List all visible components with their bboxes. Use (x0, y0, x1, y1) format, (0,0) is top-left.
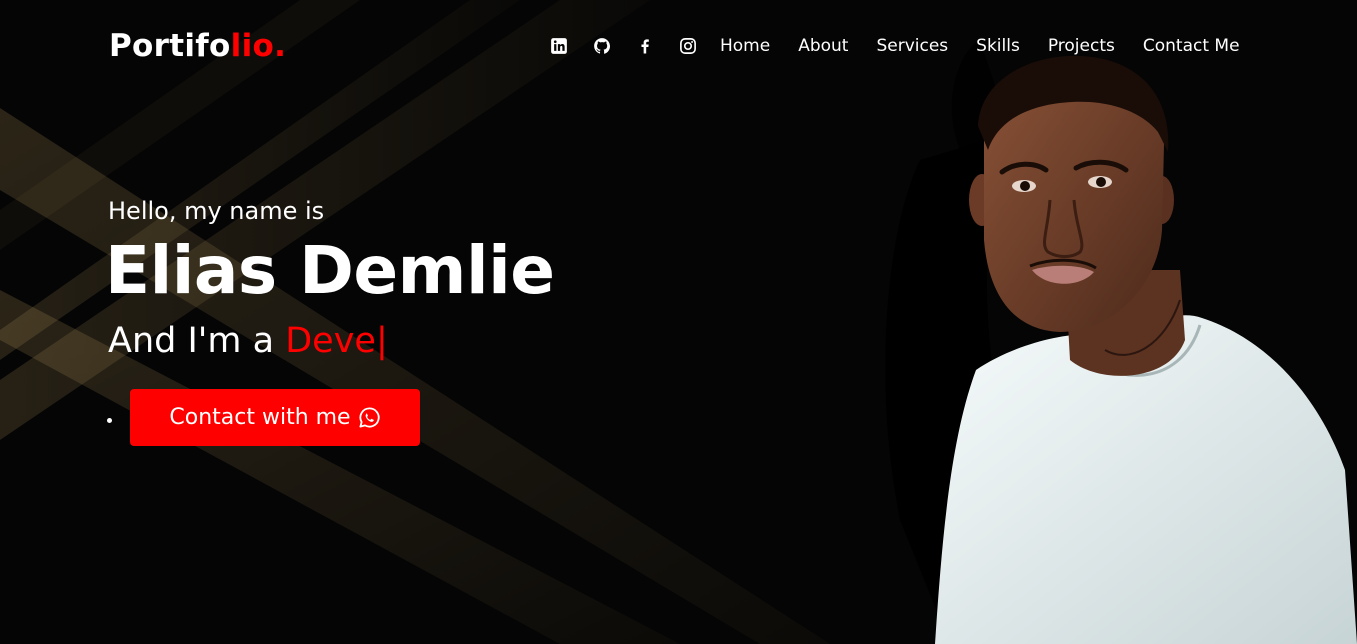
nav-contact-me[interactable]: Contact Me (1143, 28, 1240, 64)
social-links (546, 33, 718, 59)
nav-home[interactable]: Home (720, 28, 770, 64)
main-menu: Home About Services Skills Projects Cont… (720, 28, 1240, 64)
linkedin-link[interactable] (546, 33, 572, 59)
hero-greeting: Hello, my name is (108, 197, 325, 225)
facebook-icon (641, 39, 649, 54)
nav-skills[interactable]: Skills (976, 28, 1020, 64)
hero-section: Hello, my name is Elias Demlie And I'm a… (0, 0, 1357, 644)
role-prefix: And I'm a (108, 321, 286, 361)
contact-button-label: Contact with me (169, 405, 351, 430)
nav-about[interactable]: About (798, 28, 848, 64)
role-typed-text: Deve (285, 321, 376, 361)
typing-cursor: | (375, 321, 388, 361)
whatsapp-icon (359, 407, 380, 428)
instagram-icon (680, 38, 696, 54)
hero-role: And I'm a Deve| (108, 318, 388, 364)
hero-name: Elias Demlie (105, 232, 555, 309)
github-link[interactable] (589, 33, 615, 59)
list-bullet (107, 418, 112, 423)
logo[interactable]: Portifolio. (109, 26, 286, 66)
top-navbar: Portifolio. Home About Services Skills P… (0, 0, 1357, 94)
instagram-link[interactable] (675, 33, 701, 59)
linkedin-icon (551, 38, 567, 54)
logo-accent: lio. (230, 28, 287, 64)
nav-services[interactable]: Services (876, 28, 948, 64)
facebook-link[interactable] (632, 33, 658, 59)
logo-main: Portifo (109, 28, 231, 64)
nav-projects[interactable]: Projects (1048, 28, 1115, 64)
github-icon (594, 38, 611, 54)
nav-right: Home About Services Skills Projects Cont… (546, 28, 1240, 64)
contact-with-me-button[interactable]: Contact with me (130, 389, 420, 446)
